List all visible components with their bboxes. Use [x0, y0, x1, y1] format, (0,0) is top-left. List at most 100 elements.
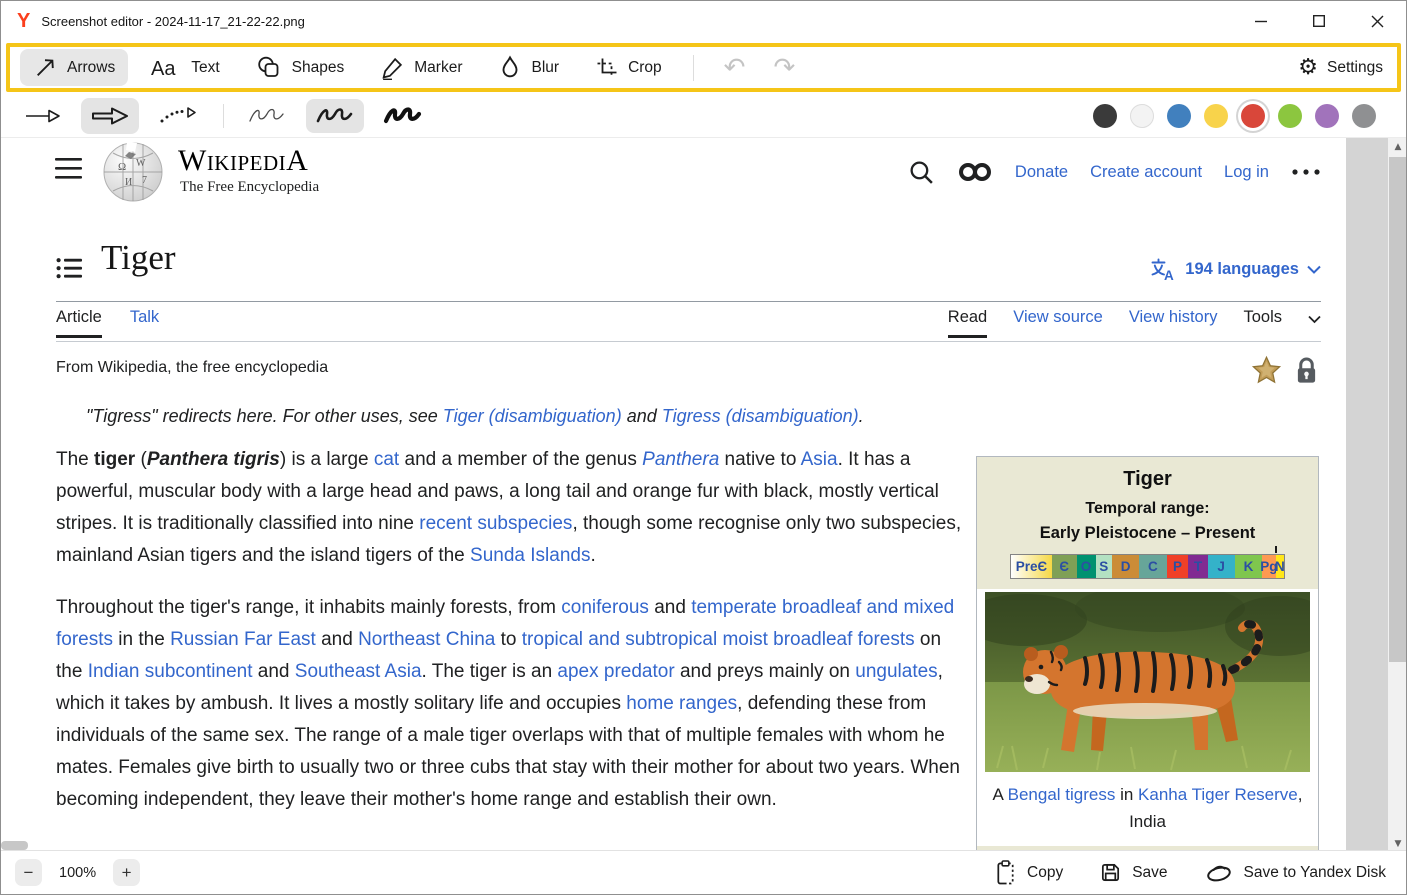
wiki-link[interactable]: coniferous	[561, 597, 649, 618]
wiki-link[interactable]: recent subspecies	[419, 513, 572, 534]
toc-button[interactable]	[56, 257, 83, 280]
tool-blur-button[interactable]: Blur	[485, 49, 572, 86]
color-swatch-yellow[interactable]	[1204, 104, 1228, 128]
minimize-button[interactable]	[1232, 1, 1290, 41]
scroll-up-arrow-icon[interactable]: ▲	[1388, 138, 1407, 155]
canvas-background	[1346, 138, 1388, 852]
timescale-label: J	[1217, 555, 1225, 579]
timescale-segment-J: J	[1208, 555, 1235, 578]
timescale-segment-Є: Є	[1052, 555, 1077, 578]
zoom-out-button[interactable]: −	[15, 859, 42, 886]
page-tabs: Article Talk Read View source View histo…	[56, 308, 1321, 342]
horizontal-scrollbar-thumb[interactable]	[1, 841, 28, 850]
zoom-in-button[interactable]: +	[113, 859, 140, 886]
timescale-segment-N: N	[1276, 555, 1284, 578]
tools-chevron-icon	[1308, 315, 1321, 324]
wiki-link[interactable]: Tigress (disambiguation)	[662, 406, 859, 426]
featured-star-icon[interactable]	[1251, 355, 1282, 385]
settings-button[interactable]: ⚙ Settings	[1298, 57, 1383, 79]
timescale-segment-PreЄ: PreЄ	[1011, 555, 1052, 578]
copy-button[interactable]: Copy	[994, 860, 1063, 886]
tiger-photo[interactable]	[985, 592, 1310, 772]
yandex-disk-icon	[1204, 861, 1234, 885]
tool-shapes-button[interactable]: Shapes	[243, 49, 358, 86]
tab-view-history[interactable]: View history	[1129, 308, 1218, 338]
wikipedia-globe-logo[interactable]: ΩW И7	[101, 140, 165, 204]
tab-view-source[interactable]: View source	[1013, 308, 1103, 338]
line-style-medium-button[interactable]	[306, 99, 364, 133]
color-swatch-green[interactable]	[1278, 104, 1302, 128]
wiki-link[interactable]: apex predator	[557, 661, 674, 682]
wiki-link[interactable]: tropical and subtropical moist broadleaf…	[522, 629, 915, 650]
wiki-link[interactable]: ungulates	[855, 661, 937, 682]
hamburger-icon	[55, 158, 82, 179]
timescale-label: O	[1081, 555, 1092, 579]
svg-text:Aa: Aa	[151, 58, 176, 79]
wiki-link[interactable]: cat	[374, 449, 399, 470]
arrow-style-dotted-button[interactable]	[149, 99, 207, 133]
wiki-link[interactable]: Tiger (disambiguation)	[443, 406, 622, 426]
tool-arrows-button[interactable]: Arrows	[20, 49, 128, 86]
create-account-link[interactable]: Create account	[1090, 163, 1202, 182]
tool-crop-button[interactable]: Crop	[582, 50, 675, 86]
svg-text:W: W	[136, 158, 146, 169]
title-bar: Y Screenshot editor - 2024-11-17_21-22-2…	[1, 1, 1406, 41]
wiki-link[interactable]: Russian Far East	[170, 629, 316, 650]
save-to-yandex-disk-button[interactable]: Save to Yandex Disk	[1204, 861, 1386, 885]
infobox-title: Tiger	[983, 468, 1312, 491]
tab-tools[interactable]: Tools	[1243, 308, 1282, 338]
wiki-link[interactable]: home ranges	[626, 693, 737, 714]
color-swatch-purple[interactable]	[1315, 104, 1339, 128]
tab-article[interactable]: Article	[56, 308, 102, 338]
wiki-link[interactable]: Southeast Asia	[295, 661, 422, 682]
timescale-range-marker	[1275, 546, 1277, 553]
color-swatch-blue[interactable]	[1167, 104, 1191, 128]
svg-text:A: A	[1164, 268, 1174, 281]
wiki-link[interactable]: Sunda Islands	[470, 545, 590, 566]
appearance-button[interactable]	[957, 161, 993, 183]
hamburger-menu-button[interactable]	[55, 158, 82, 179]
text-segment: and preys mainly on	[675, 661, 856, 682]
color-swatch-white[interactable]	[1130, 104, 1154, 128]
text-segment: to	[495, 629, 521, 650]
languages-button[interactable]: A 194 languages	[1151, 258, 1321, 281]
donate-link[interactable]: Donate	[1015, 163, 1068, 182]
page-protection-lock-icon[interactable]	[1295, 357, 1318, 384]
color-swatch-gray[interactable]	[1352, 104, 1376, 128]
search-button[interactable]	[908, 159, 935, 186]
wiki-link[interactable]: Kanha Tiger Reserve	[1138, 785, 1298, 804]
wiki-link[interactable]: Asia	[801, 449, 838, 470]
svg-text:Ω: Ω	[118, 161, 126, 173]
color-swatch-red[interactable]	[1241, 104, 1265, 128]
redo-button[interactable]: ↷	[773, 55, 795, 81]
text-segment: in	[1115, 785, 1138, 804]
tool-marker-button[interactable]: Marker	[367, 49, 475, 86]
text-segment: .	[590, 545, 595, 566]
close-button[interactable]	[1348, 1, 1406, 41]
wiki-link[interactable]: Bengal tigress	[1008, 785, 1116, 804]
tool-text-button[interactable]: AaText	[138, 51, 232, 85]
tab-talk[interactable]: Talk	[130, 308, 159, 338]
color-swatch-black[interactable]	[1093, 104, 1117, 128]
line-style-thick-button[interactable]	[374, 99, 432, 133]
tool-label: Blur	[531, 59, 559, 77]
more-options-button[interactable]	[1291, 168, 1321, 176]
tab-read[interactable]: Read	[948, 308, 987, 338]
vertical-scrollbar-thumb[interactable]	[1389, 157, 1407, 662]
arrow-style-thin-button[interactable]	[15, 99, 71, 133]
yandex-logo-icon: Y	[17, 11, 30, 31]
tool-group: Arrows AaText ShapesMarker Blur Crop	[20, 49, 685, 86]
double-circle-icon	[957, 161, 993, 183]
save-button[interactable]: Save	[1099, 861, 1167, 884]
wiki-link[interactable]: Indian subcontinent	[88, 661, 253, 682]
maximize-button[interactable]	[1290, 1, 1348, 41]
screenshot-editor-window: Y Screenshot editor - 2024-11-17_21-22-2…	[0, 0, 1407, 895]
line-style-thin-button[interactable]	[238, 99, 296, 133]
style-divider	[223, 104, 224, 128]
vertical-scrollbar[interactable]: ▲ ▼	[1388, 138, 1407, 852]
arrow-style-solid-button[interactable]	[81, 98, 139, 134]
login-link[interactable]: Log in	[1224, 163, 1269, 182]
wiki-link[interactable]: Northeast China	[358, 629, 495, 650]
wiki-link[interactable]: Panthera	[642, 449, 719, 470]
undo-button[interactable]: ↶	[724, 55, 746, 81]
